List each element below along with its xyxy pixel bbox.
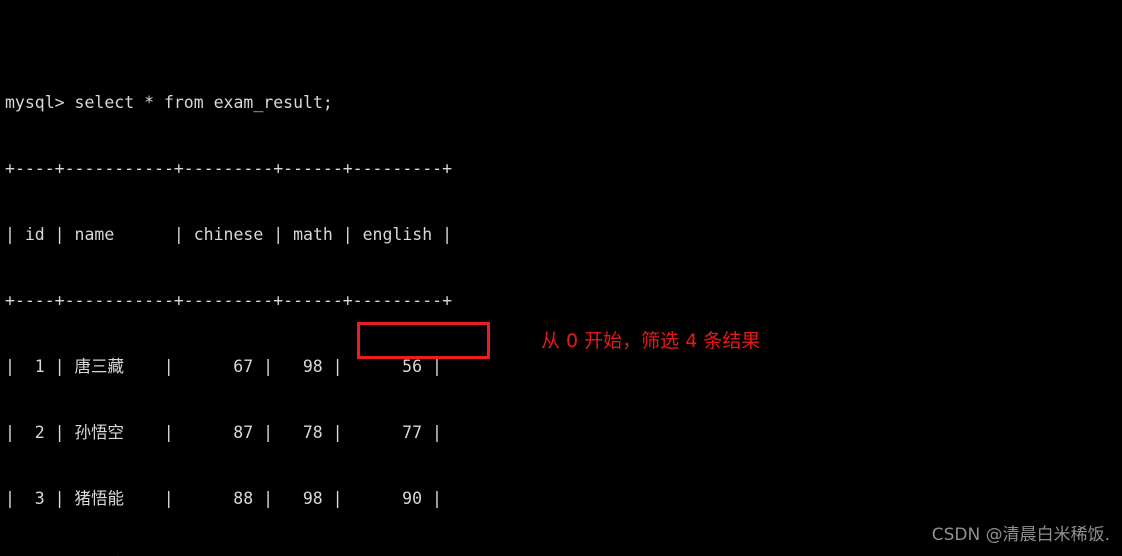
table-row: | 3 | 猪悟能 | 88 | 98 | 90 |	[5, 489, 442, 508]
annotation-text: 从 0 开始，筛选 4 条结果	[541, 330, 761, 352]
terminal-screenshot: mysql> select * from exam_result; +----+…	[0, 0, 1122, 556]
table-row: | 2 | 孙悟空 | 87 | 78 | 77 |	[5, 423, 442, 442]
command-line-1: mysql> select * from exam_result;	[5, 93, 333, 112]
table-header-1: | id | name | chinese | math | english |	[5, 225, 453, 244]
table-row: | 1 | 唐三藏 | 67 | 98 | 56 |	[5, 357, 442, 376]
table-separator-mid-1: +----+-----------+---------+------+-----…	[5, 291, 453, 310]
table-separator-top-1: +----+-----------+---------+------+-----…	[5, 159, 453, 178]
csdn-watermark: CSDN @清晨白米稀饭.	[931, 525, 1110, 545]
terminal-output[interactable]: mysql> select * from exam_result; +----+…	[0, 0, 560, 556]
